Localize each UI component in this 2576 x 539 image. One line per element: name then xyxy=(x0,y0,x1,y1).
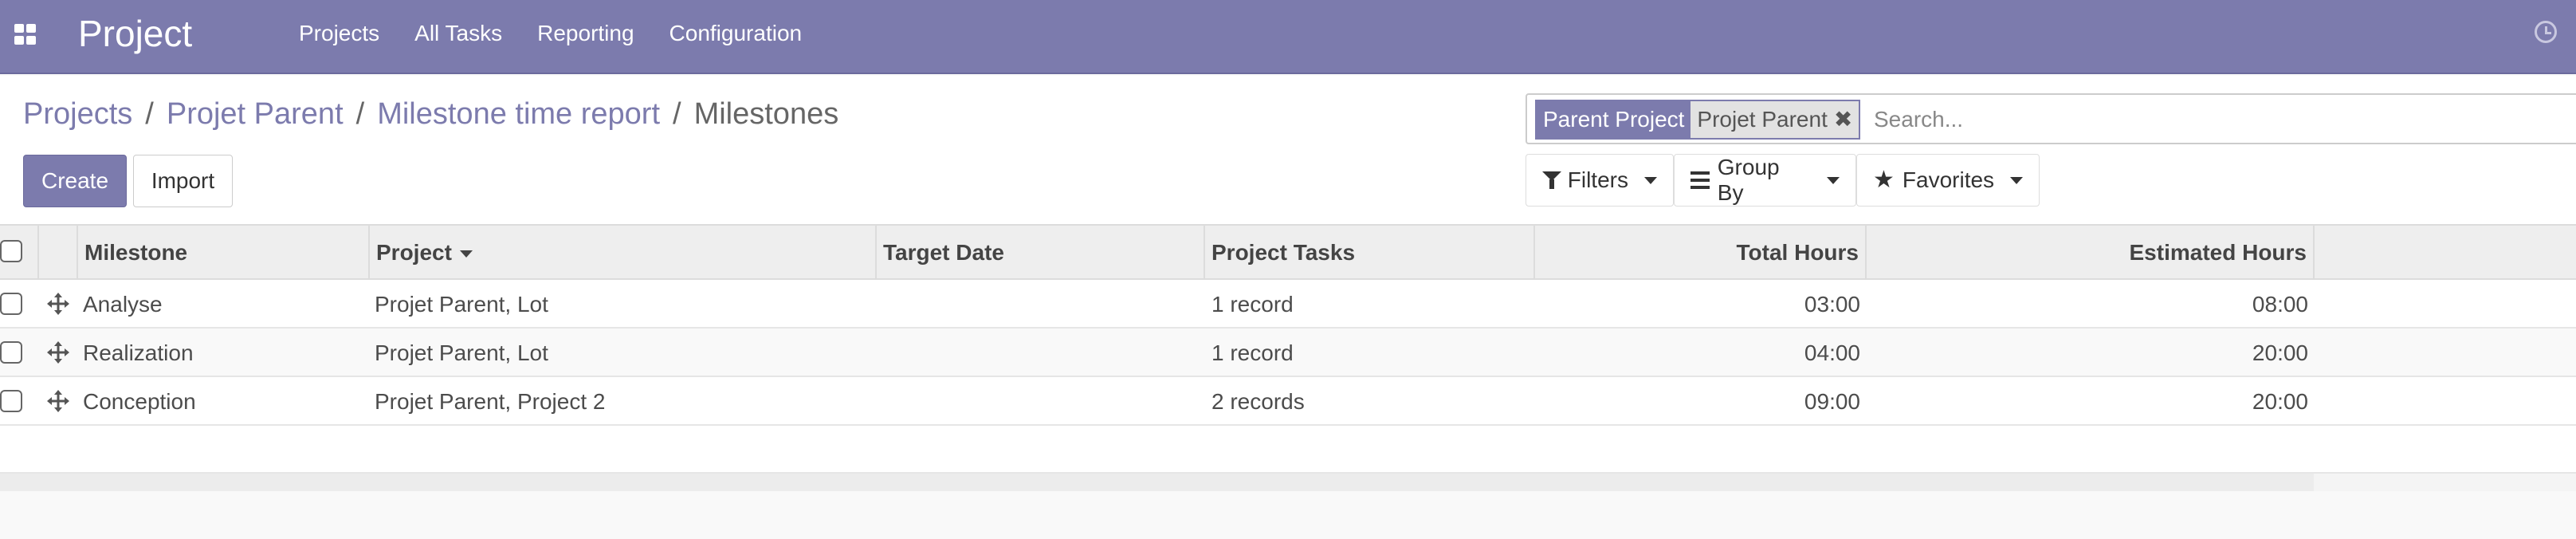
caret-down-icon xyxy=(1827,176,1840,184)
facet-value: Projet Parent ✖ xyxy=(1690,101,1859,138)
caret-down-icon xyxy=(1644,176,1657,184)
cell-total-hours: 03:00 xyxy=(1804,292,1860,317)
filters-label: Filters xyxy=(1567,167,1628,192)
handle-header xyxy=(39,226,78,280)
table-row[interactable]: Conception Projet Parent, Project 2 2 re… xyxy=(0,377,2576,426)
table-header: Milestone Project Target Date Project Ta… xyxy=(0,226,2576,280)
milestones-list: Milestone Project Target Date Project Ta… xyxy=(0,226,2576,474)
list-footer xyxy=(0,474,2576,491)
favorites-button[interactable]: ★ Favorites xyxy=(1856,154,2040,207)
activity-clock-icon[interactable] xyxy=(2535,21,2557,43)
cell-target-date xyxy=(877,377,889,426)
cell-estimated-hours: 08:00 xyxy=(2252,292,2308,317)
cell-milestone: Conception xyxy=(83,389,196,414)
cell-project: Projet Parent, Project 2 xyxy=(375,389,606,414)
import-button[interactable]: Import xyxy=(133,155,233,207)
cell-estimated-hours: 20:00 xyxy=(2252,340,2308,365)
cell-milestone: Analyse xyxy=(83,292,163,317)
search-options: Filters Group By ★ Favorites xyxy=(1526,154,2040,207)
cell-target-date xyxy=(877,280,889,329)
group-by-button[interactable]: Group By xyxy=(1674,154,1856,207)
column-header-project[interactable]: Project xyxy=(370,226,877,280)
drag-handle-icon[interactable] xyxy=(46,340,70,364)
filter-icon xyxy=(1542,170,1561,191)
select-all-checkbox[interactable] xyxy=(0,240,22,262)
select-all-cell xyxy=(0,226,39,280)
menu-item-projects[interactable]: Projects xyxy=(299,19,397,48)
control-panel: Projects / Projet Parent / Milestone tim… xyxy=(0,76,2576,226)
column-header-total-hours[interactable]: Total Hours xyxy=(1535,226,1867,280)
list-footer-tail xyxy=(2314,474,2576,491)
filters-button[interactable]: Filters xyxy=(1526,154,1674,207)
create-button[interactable]: Create xyxy=(23,155,127,207)
remove-facet-icon[interactable]: ✖ xyxy=(1834,101,1852,138)
cell-project-tasks: 1 record xyxy=(1211,340,1294,365)
search-input[interactable] xyxy=(1874,100,2559,140)
apps-menu-icon[interactable] xyxy=(14,24,36,45)
row-checkbox[interactable] xyxy=(0,293,22,315)
facet-value-text: Projet Parent xyxy=(1697,107,1828,132)
cell-total-hours: 09:00 xyxy=(1804,389,1860,414)
row-checkbox[interactable] xyxy=(0,390,22,412)
column-header-project-tasks[interactable]: Project Tasks xyxy=(1205,226,1535,280)
bars-icon xyxy=(1690,171,1710,189)
menu-item-reporting[interactable]: Reporting xyxy=(537,19,651,48)
cell-project: Projet Parent, Lot xyxy=(375,340,548,365)
table-row[interactable]: Realization Projet Parent, Lot 1 record … xyxy=(0,329,2576,377)
main-menu: Projects All Tasks Reporting Configurati… xyxy=(299,19,837,48)
row-checkbox[interactable] xyxy=(0,341,22,364)
breadcrumb-separator: / xyxy=(145,97,154,131)
search-facet: Parent Project Projet Parent ✖ xyxy=(1535,100,1861,140)
column-header-project-label: Project xyxy=(376,240,452,265)
favorites-label: Favorites xyxy=(1902,167,1995,192)
cell-project-tasks: 2 records xyxy=(1211,389,1305,414)
breadcrumb-current: Milestones xyxy=(693,97,839,131)
breadcrumb-separator: / xyxy=(355,97,365,131)
breadcrumb: Projects / Projet Parent / Milestone tim… xyxy=(23,95,838,133)
cell-total-hours: 04:00 xyxy=(1804,340,1860,365)
group-by-label: Group By xyxy=(1717,155,1780,205)
top-navbar: Project Projects All Tasks Reporting Con… xyxy=(0,0,2576,74)
empty-row xyxy=(0,426,2576,474)
table-row[interactable]: Analyse Projet Parent, Lot 1 record 03:0… xyxy=(0,280,2576,329)
column-header-estimated-hours[interactable]: Estimated Hours xyxy=(1867,226,2315,280)
cell-estimated-hours: 20:00 xyxy=(2252,389,2308,414)
column-header-milestone[interactable]: Milestone xyxy=(78,226,370,280)
breadcrumb-projet-parent[interactable]: Projet Parent xyxy=(167,95,344,133)
cell-target-date xyxy=(877,329,889,377)
cell-milestone: Realization xyxy=(83,340,194,365)
app-brand[interactable]: Project xyxy=(78,11,192,56)
search-view: Parent Project Projet Parent ✖ xyxy=(1526,93,2576,144)
star-icon: ★ xyxy=(1873,167,1895,193)
breadcrumb-projects[interactable]: Projects xyxy=(23,95,132,133)
drag-handle-icon[interactable] xyxy=(46,292,70,316)
cell-project-tasks: 1 record xyxy=(1211,292,1294,317)
breadcrumb-separator: / xyxy=(673,97,681,131)
column-header-target-date[interactable]: Target Date xyxy=(877,226,1205,280)
menu-item-configuration[interactable]: Configuration xyxy=(670,19,820,48)
drag-handle-icon[interactable] xyxy=(46,389,70,413)
cell-project: Projet Parent, Lot xyxy=(375,292,548,317)
facet-label: Parent Project xyxy=(1537,101,1691,138)
menu-item-all-tasks[interactable]: All Tasks xyxy=(414,19,520,48)
breadcrumb-milestone-time-report[interactable]: Milestone time report xyxy=(377,95,660,133)
caret-down-icon xyxy=(2010,176,2024,184)
sort-down-icon xyxy=(459,250,473,258)
